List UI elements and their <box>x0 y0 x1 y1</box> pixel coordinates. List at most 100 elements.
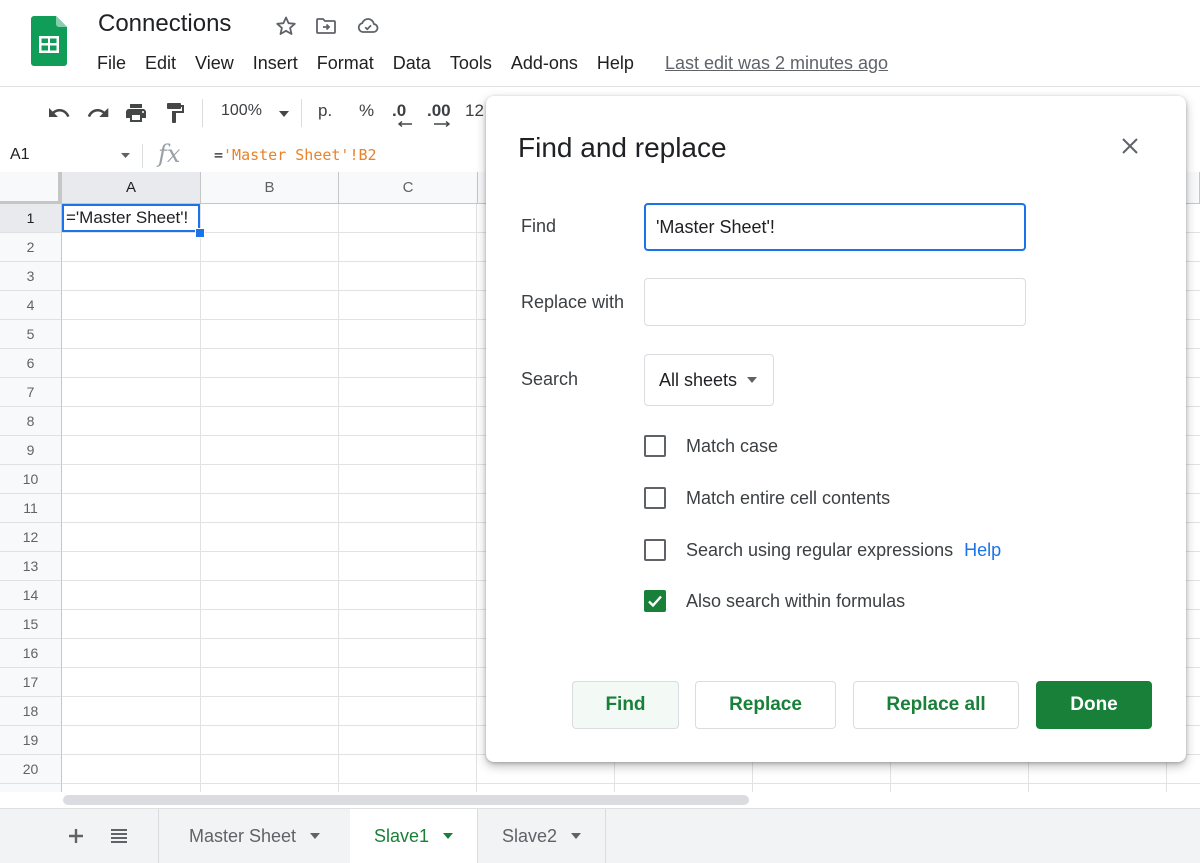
row-header[interactable]: 20 <box>0 755 62 784</box>
document-title[interactable]: Connections <box>98 10 231 38</box>
column-header-b[interactable]: B <box>201 172 339 204</box>
row-header[interactable]: 12 <box>0 523 62 552</box>
row-header[interactable]: 18 <box>0 697 62 726</box>
row-header[interactable]: 7 <box>0 378 62 407</box>
toolbar-separator <box>202 99 203 127</box>
chevron-down-icon[interactable] <box>443 833 454 839</box>
menu-bar: File Edit View Insert Format Data Tools … <box>97 52 888 74</box>
column-header-a[interactable]: A <box>62 172 201 204</box>
decrease-decimal-button[interactable]: .0 <box>392 101 406 121</box>
regex-help-link[interactable]: Help <box>964 540 1001 561</box>
all-sheets-icon[interactable] <box>107 824 131 848</box>
menu-data[interactable]: Data <box>393 53 431 74</box>
row-header[interactable]: 13 <box>0 552 62 581</box>
format-currency-button[interactable]: p. <box>318 101 332 121</box>
row-header[interactable]: 16 <box>0 639 62 668</box>
chevron-down-icon[interactable] <box>279 111 289 117</box>
print-icon[interactable] <box>124 101 148 125</box>
find-label: Find <box>521 216 557 236</box>
sheet-tab-label: Slave2 <box>501 825 558 846</box>
chevron-down-icon[interactable] <box>571 833 582 839</box>
grid-line <box>200 204 201 792</box>
paint-format-icon[interactable] <box>163 101 187 125</box>
search-formulas-label: Also search within formulas <box>686 590 906 611</box>
star-icon[interactable] <box>274 14 298 38</box>
match-case-option[interactable]: Match case <box>644 433 778 459</box>
name-box[interactable]: A1 <box>10 146 30 164</box>
menu-help[interactable]: Help <box>597 53 634 74</box>
search-label: Search <box>521 369 579 389</box>
menu-insert[interactable]: Insert <box>253 53 298 74</box>
close-icon[interactable] <box>1118 134 1142 158</box>
search-formulas-option[interactable]: Also search within formulas <box>644 588 905 614</box>
regex-label: Search using regular expressions <box>686 539 954 560</box>
find-button[interactable]: Find <box>572 681 679 729</box>
row-header[interactable]: 17 <box>0 668 62 697</box>
menu-file[interactable]: File <box>97 53 126 74</box>
sheet-tab-master-sheet[interactable]: Master Sheet <box>158 809 350 863</box>
horizontal-scrollbar[interactable] <box>0 792 1200 808</box>
row-header[interactable]: 4 <box>0 291 62 320</box>
row-header[interactable]: 15 <box>0 610 62 639</box>
dialog-title: Find and replace <box>518 132 727 163</box>
toolbar-separator <box>301 99 302 127</box>
row-header[interactable]: 5 <box>0 320 62 349</box>
move-to-folder-icon[interactable] <box>314 14 338 38</box>
done-button[interactable]: Done <box>1036 681 1152 729</box>
formula-input[interactable]: ='Master Sheet'!B2 <box>214 146 377 164</box>
cloud-saved-icon[interactable] <box>356 14 380 38</box>
row-header[interactable]: 1 <box>0 204 62 233</box>
find-input[interactable]: 'Master Sheet'! <box>644 203 1026 251</box>
row-header[interactable]: 10 <box>0 465 62 494</box>
menu-format[interactable]: Format <box>317 53 374 74</box>
chevron-down-icon[interactable] <box>121 153 130 158</box>
match-entire-cell-label: Match entire cell contents <box>686 487 891 508</box>
fill-handle[interactable] <box>195 228 205 238</box>
format-percent-button[interactable]: % <box>359 101 374 121</box>
menu-edit[interactable]: Edit <box>145 53 176 74</box>
row-header[interactable]: 3 <box>0 262 62 291</box>
row-header[interactable]: 21 <box>0 784 62 792</box>
menu-add-ons[interactable]: Add-ons <box>511 53 578 74</box>
menu-tools[interactable]: Tools <box>450 53 492 74</box>
sheets-logo-icon[interactable] <box>31 16 67 66</box>
add-sheet-icon[interactable] <box>64 824 88 848</box>
match-case-checkbox[interactable] <box>644 435 666 457</box>
sheet-tab-slave1[interactable]: Slave1 <box>350 809 477 863</box>
chevron-down-icon[interactable] <box>747 377 758 383</box>
arrow-right-icon <box>434 121 450 127</box>
match-entire-cell-option[interactable]: Match entire cell contents <box>644 485 890 511</box>
menu-view[interactable]: View <box>195 53 234 74</box>
zoom-select[interactable]: 100% <box>221 102 262 120</box>
match-entire-cell-checkbox[interactable] <box>644 487 666 509</box>
increase-decimal-button[interactable]: .00 <box>427 101 451 121</box>
sheet-tab-slave2[interactable]: Slave2 <box>477 809 605 863</box>
search-formulas-checkbox[interactable] <box>644 590 666 612</box>
row-header[interactable]: 14 <box>0 581 62 610</box>
formula-bar-separator <box>142 144 143 168</box>
undo-icon[interactable] <box>47 101 71 125</box>
chevron-down-icon[interactable] <box>310 833 321 839</box>
active-cell-a1[interactable]: ='Master Sheet'! <box>62 204 200 232</box>
match-case-label: Match case <box>686 435 779 456</box>
select-all-corner[interactable] <box>0 172 62 205</box>
regex-checkbox[interactable] <box>644 539 666 561</box>
last-edit-link[interactable]: Last edit was 2 minutes ago <box>665 53 888 74</box>
search-scope-value: All sheets <box>659 369 738 390</box>
row-header[interactable]: 11 <box>0 494 62 523</box>
replace-all-button[interactable]: Replace all <box>853 681 1019 729</box>
search-scope-select[interactable]: All sheets <box>644 354 774 406</box>
scrollbar-thumb[interactable] <box>63 795 749 805</box>
redo-icon[interactable] <box>86 101 110 125</box>
row-header[interactable]: 2 <box>0 233 62 262</box>
more-formats-button[interactable]: 12 <box>465 101 484 121</box>
sheet-tab-label: Slave1 <box>373 825 430 846</box>
replace-button[interactable]: Replace <box>695 681 836 729</box>
row-header[interactable]: 9 <box>0 436 62 465</box>
column-header-c[interactable]: C <box>339 172 478 204</box>
row-header[interactable]: 6 <box>0 349 62 378</box>
row-header[interactable]: 19 <box>0 726 62 755</box>
replace-input[interactable] <box>644 278 1026 326</box>
row-header[interactable]: 8 <box>0 407 62 436</box>
regex-option[interactable]: Search using regular expressions Help <box>644 537 1001 563</box>
